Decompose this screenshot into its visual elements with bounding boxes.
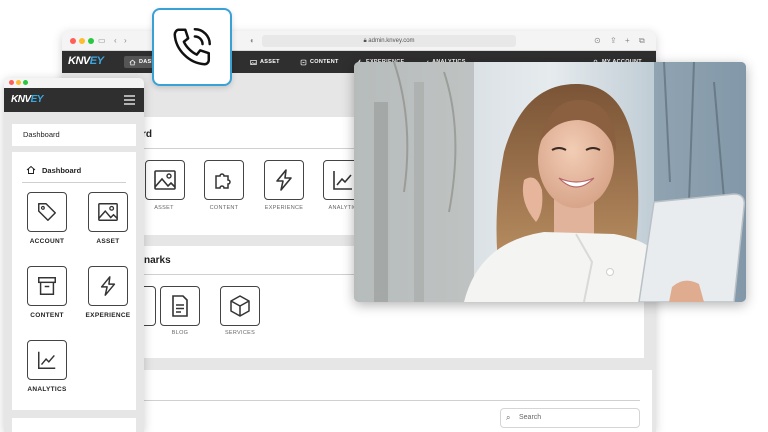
document-icon (172, 295, 188, 317)
mobile-dashboard-card: Dashboard ACCOUNT ASSET CONTENT EXPERIEN… (12, 152, 136, 410)
tabs-icon[interactable]: ⧉ (639, 36, 645, 46)
image-icon (98, 203, 118, 221)
mobile-tile-analytics[interactable] (27, 340, 67, 380)
mobile-tile-experience[interactable] (88, 266, 128, 306)
mobile-navbar: KNVEY (4, 88, 144, 112)
new-tab-icon[interactable]: + (625, 36, 630, 46)
mobile-tile-content[interactable] (27, 266, 67, 306)
tag-icon (38, 203, 56, 221)
tile-blog[interactable] (160, 286, 200, 326)
mobile-tile-analytics-label: ANALYTICS (27, 386, 67, 393)
brand-logo[interactable]: KNVEY (11, 94, 43, 105)
bolt-icon (100, 276, 116, 296)
shield-icon: ◐ (250, 36, 255, 45)
minimize-dot[interactable] (16, 80, 21, 85)
tile-services[interactable] (220, 286, 260, 326)
search-input[interactable]: ⌕ Search (500, 408, 640, 428)
search-icon: ⌕ (506, 413, 511, 422)
analytics-icon (333, 171, 352, 190)
search-placeholder: Search (519, 414, 542, 421)
mobile-tile-account[interactable] (27, 192, 67, 232)
close-dot[interactable] (70, 38, 76, 44)
mobile-tile-content-label: CONTENT (30, 312, 64, 319)
sidebar-toggle-icon[interactable]: ▭ (98, 36, 106, 46)
marketing-composite: ▭ ‹ › ◐ 🔒︎ admin.knvey.com ⊙ ⇪ + ⧉ KNVEY… (0, 0, 768, 432)
archive-icon (38, 277, 56, 295)
mobile-window: KNVEY Dashboard Dashboard ACCOUNT ASSET … (4, 78, 144, 432)
tile-blog-label: BLOG (171, 330, 189, 336)
brand-logo[interactable]: KNVEY (68, 55, 104, 67)
home-icon (129, 59, 136, 65)
mobile-tile-experience-label: EXPERIENCE (85, 312, 131, 319)
section-divider (22, 182, 126, 183)
panel-divider (134, 148, 354, 149)
tile-experience[interactable] (264, 160, 304, 200)
tile-asset[interactable] (145, 160, 185, 200)
nav-asset[interactable]: ASSET (250, 56, 280, 68)
panel-divider (134, 400, 640, 401)
share-icon[interactable]: ⇪ (610, 36, 617, 46)
nav-content[interactable]: CONTENT (300, 56, 339, 68)
phone-call-icon (173, 28, 211, 66)
mobile-titlebar (4, 78, 144, 88)
tile-services-label: SERVICES (224, 330, 256, 336)
mobile-tile-asset-label: ASSET (96, 238, 120, 245)
tile-experience-label: EXPERIENCE (264, 205, 304, 211)
tile-content[interactable] (204, 160, 244, 200)
close-dot[interactable] (9, 80, 14, 85)
mobile-section-title: Dashboard (26, 165, 81, 175)
forward-icon[interactable]: › (124, 36, 127, 46)
back-icon[interactable]: ‹ (114, 36, 117, 46)
mobile-tile-account-label: ACCOUNT (29, 238, 65, 245)
panel-divider (134, 274, 354, 275)
bolt-icon (276, 169, 292, 191)
woman-on-phone-photo (354, 62, 746, 302)
content-icon (300, 59, 307, 65)
mobile-tile-asset[interactable] (88, 192, 128, 232)
mobile-next-card (12, 418, 136, 432)
bookmarks-panel-title: narks (144, 255, 171, 266)
home-icon (26, 165, 36, 174)
photo-illustration (354, 62, 746, 302)
download-icon[interactable]: ⊙ (594, 36, 601, 46)
breadcrumb[interactable]: Dashboard (12, 124, 136, 146)
minimize-dot[interactable] (79, 38, 85, 44)
analytics-icon (38, 351, 56, 369)
phone-call-badge (152, 8, 232, 86)
tile-content-label: CONTENT (209, 205, 239, 211)
url-text: admin.knvey.com (368, 38, 415, 44)
hamburger-menu-icon[interactable] (124, 95, 135, 105)
image-icon (154, 170, 176, 190)
puzzle-icon (215, 173, 231, 189)
box-icon (230, 295, 250, 317)
image-icon (250, 59, 257, 65)
maximize-dot[interactable] (88, 38, 94, 44)
address-bar[interactable]: 🔒︎ admin.knvey.com (262, 35, 516, 47)
maximize-dot[interactable] (23, 80, 28, 85)
